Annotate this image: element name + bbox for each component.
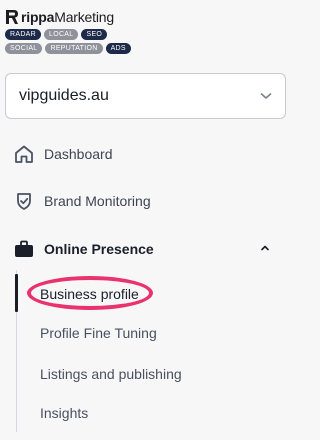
briefcase-icon	[15, 240, 33, 257]
brand-name: rippaMarketing	[21, 9, 114, 25]
product-badges: RADAR LOCAL SEO SOCIAL REPUTATION ADS	[5, 29, 155, 57]
chevron-down-icon	[260, 93, 272, 99]
nav-item-dashboard[interactable]: Dashboard	[0, 138, 300, 170]
nav-label-online-presence: Online Presence	[44, 241, 154, 257]
active-indicator	[15, 274, 18, 312]
badge-local: LOCAL	[44, 29, 79, 40]
shield-check-icon	[17, 193, 31, 210]
logo-mark-icon	[6, 10, 18, 24]
subnav-item-insights[interactable]: Insights	[40, 405, 88, 427]
nav-label-dashboard: Dashboard	[44, 146, 113, 162]
brand-logo[interactable]: rippaMarketing	[5, 6, 114, 28]
site-selector[interactable]: vipguides.au	[5, 73, 286, 119]
nav-label-brand-monitoring: Brand Monitoring	[44, 193, 151, 209]
chevron-up-icon[interactable]	[260, 244, 270, 252]
badge-ads: ADS	[105, 43, 131, 54]
badge-seo: SEO	[81, 29, 108, 40]
home-icon	[15, 145, 33, 163]
badge-social: SOCIAL	[5, 43, 43, 54]
badge-radar: RADAR	[5, 29, 42, 40]
nav-item-online-presence[interactable]: Online Presence	[0, 233, 300, 265]
subnav-item-listings-publishing[interactable]: Listings and publishing	[40, 366, 182, 388]
nav-item-brand-monitoring[interactable]: Brand Monitoring	[0, 185, 300, 217]
badge-reputation: REPUTATION	[45, 43, 103, 54]
highlight-ellipse	[27, 276, 153, 310]
subnav-item-profile-fine-tuning[interactable]: Profile Fine Tuning	[40, 325, 157, 347]
site-selector-value: vipguides.au	[19, 87, 109, 104]
